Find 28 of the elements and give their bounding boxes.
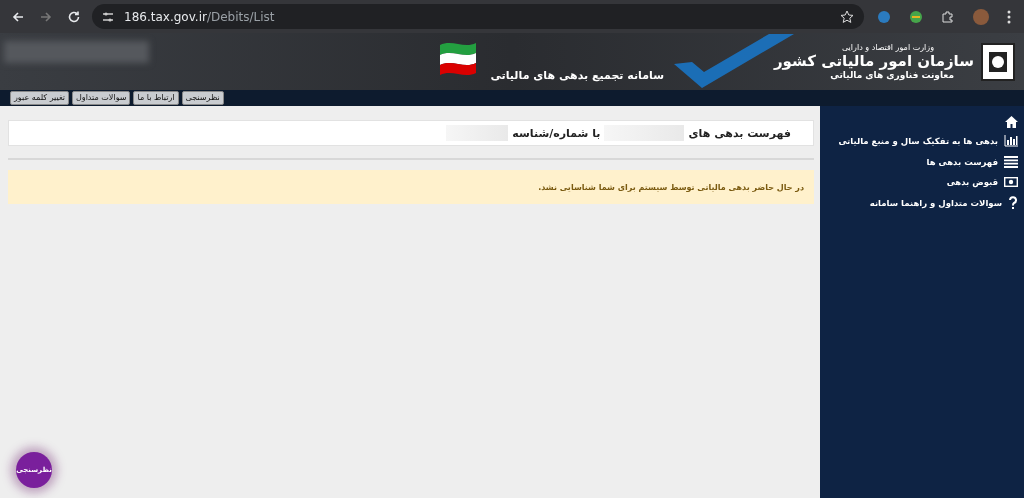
nav-button[interactable]: نظرسنجی — [181, 91, 224, 105]
site-settings-icon[interactable] — [102, 10, 114, 23]
nav-button[interactable]: ارتباط با ما — [133, 91, 179, 105]
page-title: با شماره/شناسه — [512, 126, 601, 140]
nav-button[interactable]: سوالات متداول — [71, 91, 131, 105]
system-name: سامانه تجمیع بدهی های مالیاتی — [490, 69, 664, 82]
sidebar-item[interactable]: سوالات متداول و راهنما سامانه — [826, 196, 1018, 209]
ministry-name: وزارت امور اقتصاد و دارایی — [841, 43, 934, 52]
sidebar-item[interactable]: فهرست بدهی ها — [826, 156, 1018, 168]
notice-text: در حال حاضر بدهی مالیاتی توسط سیستم برای شما شناسایی نشد. — [538, 182, 804, 192]
bar-chart-icon — [1004, 135, 1018, 147]
bookmark-star-icon[interactable] — [840, 9, 854, 24]
extension-icon[interactable] — [909, 9, 923, 24]
puzzle-icon[interactable] — [941, 9, 955, 24]
nav-button[interactable]: تغییر کلمه عبور — [10, 91, 69, 105]
sidebar-item[interactable]: بدهی ها به تفکیک سال و منبع مالیاتی — [826, 135, 1018, 147]
emblem-icon — [980, 41, 1016, 82]
more-icon[interactable] — [1007, 9, 1011, 24]
deputy-name: معاونت فناوری های مالیاتی — [830, 70, 954, 80]
organization-name: سازمان امور مالیاتی کشور — [773, 52, 974, 70]
list-icon — [1004, 156, 1018, 168]
address-bar[interactable]: 186.tax.gov.ir/Debits/List — [92, 4, 864, 29]
extension-icon[interactable] — [877, 9, 891, 24]
banknote-icon — [1004, 177, 1018, 187]
page-title: فهرست بدهی های — [688, 126, 791, 140]
home-icon[interactable] — [1005, 116, 1018, 128]
question-icon — [1008, 196, 1018, 209]
sidebar-item[interactable]: قبوض بدهی — [826, 177, 1018, 187]
